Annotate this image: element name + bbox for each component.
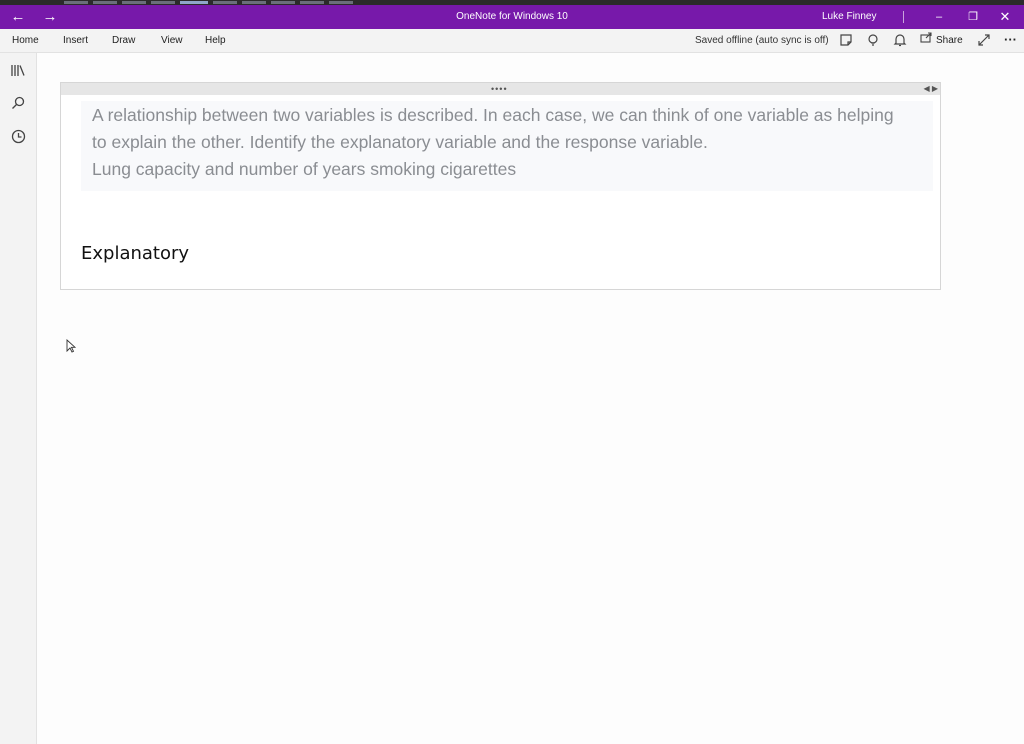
lightbulb-icon[interactable] [866, 33, 882, 49]
resize-arrows-icon[interactable]: ◀ ▶ [923, 84, 938, 94]
recent-icon[interactable] [10, 128, 27, 145]
title-bar: ← → OneNote for Windows 10 Luke Finney –… [0, 5, 1024, 29]
task-thumbnail[interactable] [151, 1, 175, 4]
task-thumbnail[interactable] [329, 1, 353, 4]
notebooks-icon[interactable] [10, 62, 27, 79]
answer-text[interactable]: Explanatory [81, 243, 189, 264]
tab-view[interactable]: View [161, 29, 183, 53]
navigation-rail [0, 53, 37, 744]
title-separator [903, 11, 904, 23]
tab-help[interactable]: Help [205, 29, 226, 53]
restore-button[interactable]: ❐ [958, 5, 988, 29]
share-button[interactable]: Share [920, 29, 963, 53]
question-line: to explain the other. Identify the expla… [92, 132, 708, 152]
bell-icon[interactable] [893, 33, 909, 49]
task-thumbnail-selected[interactable] [180, 1, 208, 4]
share-label: Share [936, 35, 963, 46]
tab-home[interactable]: Home [12, 29, 39, 53]
sync-status: Saved offline (auto sync is off) [695, 35, 829, 46]
task-thumbnail[interactable] [64, 1, 88, 4]
sticky-notes-icon[interactable] [839, 33, 855, 49]
note-container[interactable]: •••• ◀ ▶ A relationship between two vari… [60, 82, 941, 290]
task-thumbnail[interactable] [300, 1, 324, 4]
tab-insert[interactable]: Insert [63, 29, 88, 53]
close-button[interactable]: ✕ [990, 5, 1020, 29]
question-line: A relationship between two variables is … [92, 105, 894, 125]
expand-icon[interactable] [977, 33, 993, 49]
user-name[interactable]: Luke Finney [822, 5, 876, 29]
search-icon[interactable] [10, 95, 27, 112]
task-thumbnail[interactable] [213, 1, 237, 4]
minimize-button[interactable]: – [924, 5, 954, 29]
container-handle[interactable]: •••• ◀ ▶ [61, 83, 940, 95]
task-thumbnail[interactable] [93, 1, 117, 4]
task-thumbnail[interactable] [271, 1, 295, 4]
menu-bar: Home Insert Draw View Help Saved offline… [0, 29, 1024, 53]
share-icon [920, 29, 933, 53]
question-line: Lung capacity and number of years smokin… [92, 159, 517, 179]
page-canvas[interactable]: •••• ◀ ▶ A relationship between two vari… [37, 53, 1024, 744]
question-image[interactable]: A relationship between two variables is … [81, 101, 933, 191]
tab-draw[interactable]: Draw [112, 29, 135, 53]
more-icon[interactable]: ··· [1004, 29, 1017, 51]
task-thumbnail[interactable] [122, 1, 146, 4]
task-thumbnail[interactable] [242, 1, 266, 4]
drag-grip-icon[interactable]: •••• [491, 85, 508, 94]
mouse-pointer-icon [66, 338, 77, 353]
